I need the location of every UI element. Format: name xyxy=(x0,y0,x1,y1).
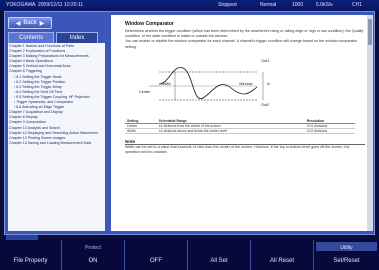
table-cell: ±4 divisions above and below the center … xyxy=(156,128,305,134)
softkey-bar: File Property Protect ON OFF All Set All… xyxy=(0,240,379,270)
softkey-label: OFF xyxy=(150,258,162,264)
scrollbar-thumb[interactable] xyxy=(368,19,372,45)
window-comparator-diagram: Out1 Out2 Width Window In Center xyxy=(139,54,279,116)
width-label: Width xyxy=(161,81,171,86)
settings-table: Setting Selectable Range Resolution Cent… xyxy=(125,118,355,134)
record-count-label: 1000 xyxy=(292,2,304,8)
arrow-right-icon: ▶ xyxy=(39,20,45,27)
softkey-all-set[interactable]: All Set xyxy=(188,240,251,270)
in-label: In xyxy=(267,81,271,86)
softkey-label: Set/Reset xyxy=(333,258,360,264)
tab-index-label: Index xyxy=(69,35,85,41)
softkey-protect-on[interactable]: Protect ON xyxy=(62,240,125,270)
window-label: Window xyxy=(239,81,253,86)
softkey-group-label: Protect xyxy=(85,245,101,251)
tab-index[interactable]: Index xyxy=(56,32,98,43)
channel-label: CH1 xyxy=(352,2,363,8)
toc-item[interactable]: Chapter 13 Saving and Loading Measuremen… xyxy=(9,141,104,146)
tab-contents[interactable]: Contents xyxy=(8,32,54,43)
table-cell: 0.02 divisions xyxy=(304,128,355,134)
table-of-contents: Chapter 1 Names and Functions of Parts Ch… xyxy=(8,43,105,231)
table-cell: Width xyxy=(125,128,157,134)
softkey-set-reset[interactable]: Utility Set/Reset xyxy=(314,240,379,270)
sample-rate-label: 5.0kS/s xyxy=(316,2,333,8)
help-navigation-pane: ◀ Back ▶ Contents Index Chapter 1 Names … xyxy=(6,15,109,235)
out2-label: Out2 xyxy=(261,102,270,107)
brand-label: YOKOGAWA xyxy=(6,2,36,8)
softkey-file-property[interactable]: File Property xyxy=(0,240,62,270)
status-bar: YOKOGAWA 2009/12/11 10:20:11 Stopped Nor… xyxy=(0,0,379,11)
description-paragraph: Determines whether the trigger condition… xyxy=(125,29,364,39)
softkey-label: All Reset xyxy=(269,258,294,264)
description-paragraph-2: You can enable or disable the window com… xyxy=(125,39,358,49)
datetime-label: 2009/12/11 10:20:11 xyxy=(38,2,84,8)
center-label: Center xyxy=(139,89,151,94)
softkey-all-reset[interactable]: All Reset xyxy=(251,240,314,270)
note-text: Width can be set to a value that exceeds… xyxy=(125,144,350,155)
softkey-group-label: Utility xyxy=(340,245,353,251)
softkey-protect-off[interactable]: OFF xyxy=(125,240,188,270)
toc-item[interactable]: Chapter 11 Displaying and Searching Acti… xyxy=(9,131,104,136)
out1-label: Out1 xyxy=(261,58,270,63)
softkey-label: ON xyxy=(88,258,98,264)
help-content-pane: Window Comparator Determines whether the… xyxy=(111,15,373,231)
content-scrollbar[interactable] xyxy=(367,15,373,231)
softkey-label: All Set xyxy=(210,258,228,264)
back-label: Back xyxy=(23,20,37,26)
waveform-diagram xyxy=(149,66,264,101)
arrow-left-icon: ◀ xyxy=(15,20,21,27)
table-row: Width ±4 divisions above and below the c… xyxy=(125,128,355,134)
tab-contents-label: Contents xyxy=(18,35,43,41)
section-title: Window Comparator xyxy=(125,21,174,27)
back-button[interactable]: ◀ Back ▶ xyxy=(8,17,52,29)
acq-state-label: Stopped xyxy=(218,2,237,8)
softkey-label: File Property xyxy=(13,258,48,264)
acq-mode-label: Normal xyxy=(260,2,277,8)
